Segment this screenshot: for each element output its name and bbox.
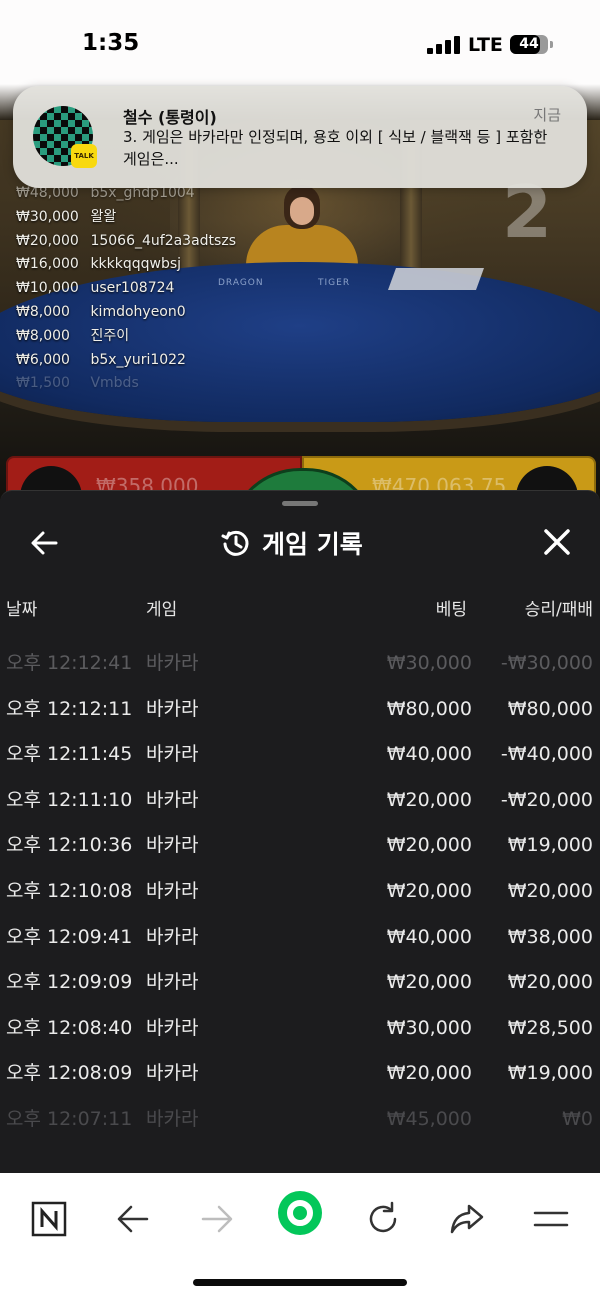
- table-row[interactable]: 오후 12:11:10 바카라 ₩20,000 -₩20,000: [0, 786, 600, 832]
- close-icon: [544, 529, 570, 555]
- browser-forward-button[interactable]: [195, 1197, 239, 1241]
- green-dot-button[interactable]: [276, 1189, 324, 1237]
- reload-button[interactable]: [361, 1197, 405, 1241]
- green-dot-icon: [278, 1191, 322, 1235]
- bettor-list: ₩48,000 b5x_ghdp1004 ₩30,000 왈왈 ₩20,000 …: [16, 182, 236, 396]
- bettor-row: ₩6,000 b5x_yuri1022: [16, 351, 186, 368]
- table-row[interactable]: 오후 12:11:45 바카라 ₩40,000 -₩40,000: [0, 740, 600, 786]
- column-header-game: 게임: [146, 600, 178, 620]
- menu-button[interactable]: [529, 1197, 573, 1241]
- table-row[interactable]: 오후 12:10:36 바카라 ₩20,000 ₩19,000: [0, 831, 600, 877]
- table-row[interactable]: 오후 12:08:40 바카라 ₩30,000 ₩28,500: [0, 1014, 600, 1060]
- sheet-title: 게임 기록: [220, 525, 363, 561]
- back-arrow-icon: [117, 1205, 149, 1233]
- kakaotalk-badge-icon: TALK: [71, 144, 97, 168]
- table-row[interactable]: 오후 12:10:08 바카라 ₩20,000 ₩20,000: [0, 877, 600, 923]
- bettor-row: ₩20,000 15066_4uf2a3adtszs: [16, 232, 236, 249]
- status-bar: 1:35 LTE 44: [0, 0, 600, 88]
- card-shoe: [387, 268, 485, 290]
- kakaotalk-notification[interactable]: TALK 철수 (통령이) 지금 3. 게임은 바카라만 인정되며, 용호 이외…: [13, 86, 587, 188]
- game-history-sheet: 게임 기록 날짜 게임 베팅 승리/패배 오후 12:12:41 바카라 ₩30,…: [0, 490, 600, 1174]
- table-label-tiger: TIGER: [318, 278, 351, 288]
- signal-icon: [427, 36, 461, 54]
- notification-message: 3. 게임은 바카라만 인정되며, 용호 이외 [ 식보 / 블랙잭 등 ] 포…: [123, 128, 548, 168]
- table-row[interactable]: 오후 12:12:41 바카라 ₩30,000 -₩30,000: [0, 649, 600, 695]
- menu-icon: [533, 1211, 569, 1227]
- column-header-bet: 베팅: [435, 600, 467, 620]
- home-indicator[interactable]: [193, 1279, 407, 1286]
- naver-home-icon: [31, 1201, 67, 1237]
- battery-tip: [550, 41, 553, 48]
- table-row[interactable]: 오후 12:07:11 바카라 ₩45,000 ₩0: [0, 1105, 600, 1151]
- column-header-date: 날짜: [6, 600, 38, 620]
- column-header-result: 승리/패배: [524, 600, 593, 620]
- bettor-row: ₩8,000 진주이: [16, 327, 130, 344]
- table-row[interactable]: 오후 12:09:09 바카라 ₩20,000 ₩20,000: [0, 968, 600, 1014]
- table-row[interactable]: 오후 12:08:09 바카라 ₩20,000 ₩19,000: [0, 1059, 600, 1105]
- network-type: LTE: [468, 34, 503, 56]
- notification-sender: 철수 (통령이): [123, 108, 217, 127]
- table-row[interactable]: 오후 12:12:11 바카라 ₩80,000 ₩80,000: [0, 695, 600, 741]
- battery-level: 44: [519, 36, 539, 52]
- back-button[interactable]: [26, 525, 62, 561]
- share-button[interactable]: [445, 1197, 489, 1241]
- naver-home-button[interactable]: [27, 1197, 71, 1241]
- reload-icon: [369, 1201, 397, 1233]
- clock: 1:35: [82, 30, 140, 56]
- bettor-row: ₩8,000 kimdohyeon0: [16, 303, 186, 320]
- share-icon: [450, 1204, 484, 1234]
- browser-back-button[interactable]: [111, 1197, 155, 1241]
- close-button[interactable]: [540, 525, 574, 559]
- history-icon: [221, 530, 249, 556]
- bettor-row: ₩1,500 Vmbds: [16, 375, 139, 392]
- forward-arrow-icon: [201, 1205, 233, 1233]
- title-text: 게임 기록: [262, 530, 363, 559]
- table-row[interactable]: 오후 12:09:41 바카라 ₩40,000 ₩38,000: [0, 923, 600, 969]
- drag-handle[interactable]: [282, 501, 318, 506]
- history-list: 오후 12:12:41 바카라 ₩30,000 -₩30,000 오후 12:12:…: [0, 649, 600, 1151]
- bettor-row: ₩16,000 kkkkqqqwbsj: [16, 256, 182, 273]
- arrow-left-icon: [31, 531, 58, 555]
- battery-icon: 44: [510, 35, 548, 54]
- bettor-row: ₩10,000 user108724: [16, 280, 175, 297]
- bettor-row: ₩30,000 왈왈: [16, 208, 117, 225]
- notification-time: 지금: [533, 106, 561, 124]
